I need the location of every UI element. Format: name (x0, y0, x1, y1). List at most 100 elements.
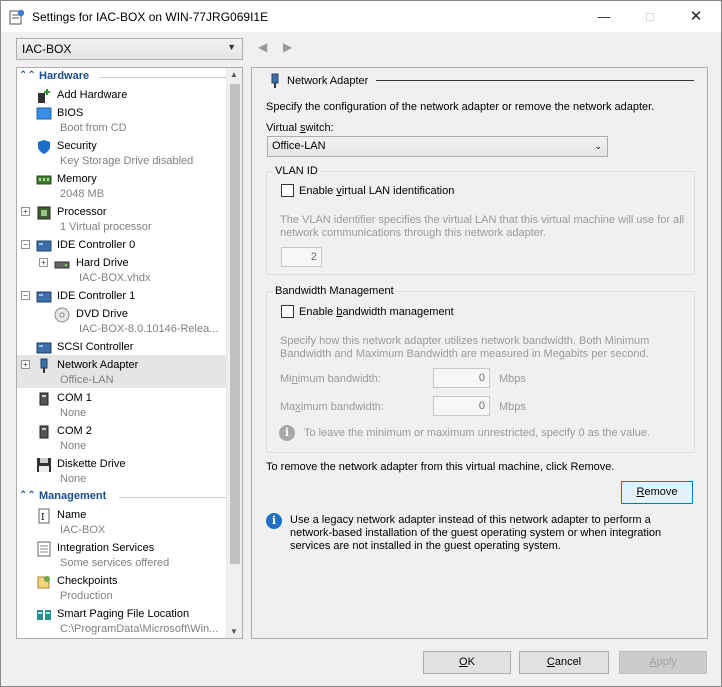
tree-item-detail: None (60, 440, 87, 452)
tree-item-detail: Office-LAN (60, 374, 114, 386)
settings-app-icon (9, 9, 25, 25)
tree-item-detail: Boot from CD (60, 122, 127, 134)
tree-item-dvd-drive[interactable]: DVD Drive IAC-BOX-8.0.10146-Relea... (17, 304, 227, 337)
section-divider (119, 497, 227, 498)
vlan-description-line1: The VLAN identifier specifies the virtua… (280, 214, 685, 226)
controller-icon (36, 291, 52, 303)
virtual-switch-label: Virtual switch: (266, 122, 334, 134)
minimum-bandwidth-input[interactable]: 0 (433, 368, 490, 388)
expand-icon[interactable]: + (39, 258, 48, 267)
tree-item-label: Smart Paging File Location (57, 608, 190, 620)
chevron-down-icon: ▼ (227, 42, 236, 52)
tree-item-label: IDE Controller 0 (57, 239, 136, 251)
tree-item-name[interactable]: I Name IAC-BOX (17, 505, 227, 538)
expand-icon[interactable]: + (21, 207, 30, 216)
smart-paging-icon (37, 610, 51, 620)
tree-item-label: Checkpoints (57, 575, 118, 587)
apply-button[interactable]: Apply (619, 651, 707, 674)
tree-item-smart-paging[interactable]: Smart Paging File Location C:\ProgramDat… (17, 604, 227, 637)
collapse-icon[interactable]: − (21, 240, 30, 249)
settings-window: Settings for IAC-BOX on WIN-77JRG069I1E … (0, 0, 722, 687)
virtual-switch-value: Office-LAN (272, 140, 326, 152)
tree-item-detail: Production (60, 590, 113, 602)
tree-item-com-1[interactable]: COM 1 None (17, 388, 227, 421)
management-section-header[interactable]: ⌃⌃ Management (19, 489, 229, 505)
tree-item-label: COM 2 (57, 425, 92, 437)
tree-item-label: Integration Services (57, 542, 155, 554)
ok-button[interactable]: OK (423, 651, 511, 674)
pane-title: Network Adapter (287, 75, 369, 87)
tree-item-security[interactable]: Security Key Storage Drive disabled (17, 136, 227, 169)
expand-icon[interactable]: + (21, 360, 30, 369)
tree-item-integration-services[interactable]: Integration Services Some services offer… (17, 538, 227, 571)
tree-item-label: BIOS (57, 107, 84, 119)
tree-item-detail: Some services offered (60, 557, 170, 569)
minimize-button[interactable]: — (581, 1, 627, 32)
enable-vlan-checkbox[interactable] (281, 184, 294, 197)
bandwidth-description-line1: Specify how this network adapter utilize… (280, 335, 650, 347)
legacy-adapter-info-line1: Use a legacy network adapter instead of … (290, 514, 651, 526)
tree-item-network-adapter[interactable]: + Network Adapter Office-LAN (17, 355, 227, 388)
collapse-icon[interactable]: − (21, 291, 30, 300)
tree-item-label: Security (57, 140, 97, 152)
tree-item-checkpoints[interactable]: Checkpoints Production (17, 571, 227, 604)
tree-item-detail: IAC-BOX (60, 524, 106, 536)
bandwidth-hint: To leave the minimum or maximum unrestri… (304, 427, 651, 439)
hardware-section-header[interactable]: ⌃⌃ Hardware (19, 69, 229, 85)
scrollbar-thumb[interactable] (230, 84, 240, 564)
collapse-icon: ⌃⌃ (19, 490, 36, 501)
tree-item-com-2[interactable]: COM 2 None (17, 421, 227, 454)
tree-item-bios[interactable]: BIOS Boot from CD (17, 103, 227, 136)
scroll-down-icon[interactable]: ▼ (230, 627, 238, 636)
tree-item-processor[interactable]: + Processor 1 Virtual processor (17, 202, 227, 235)
back-arrow-icon[interactable]: ◀ (258, 40, 267, 54)
tree-item-hard-drive[interactable]: + Hard Drive IAC-BOX.vhdx (17, 253, 227, 286)
memory-icon (36, 175, 52, 185)
vm-selector[interactable]: IAC-BOX ▼ (16, 38, 243, 60)
tree-item-label: COM 1 (57, 392, 92, 404)
hardware-section-label: Hardware (39, 70, 90, 82)
tree-item-detail: 1 Virtual processor (60, 221, 152, 233)
pane-description: Specify the configuration of the network… (266, 101, 655, 113)
tree-item-detail: IAC-BOX-8.0.10146-Relea... (79, 323, 219, 335)
title-bar: Settings for IAC-BOX on WIN-77JRG069I1E … (1, 1, 721, 32)
tree-item-label: Memory (57, 173, 97, 185)
tree-item-detail: IAC-BOX.vhdx (79, 272, 151, 284)
window-title: Settings for IAC-BOX on WIN-77JRG069I1E (32, 10, 269, 24)
chevron-down-icon: ⌄ (594, 141, 602, 151)
tree-item-label: Processor (57, 206, 107, 218)
management-section-label: Management (39, 490, 107, 502)
legacy-adapter-info-line3: services are not installed in the guest … (290, 540, 561, 552)
forward-arrow-icon[interactable]: ▶ (283, 40, 292, 54)
shield-icon (38, 140, 50, 154)
enable-vlan-label: Enable virtual LAN identification (299, 185, 455, 197)
close-button[interactable]: ✕ (673, 1, 719, 32)
remove-button[interactable]: Remove (621, 481, 693, 504)
processor-icon (37, 206, 51, 220)
tree-item-label: Name (57, 509, 87, 521)
virtual-switch-dropdown[interactable]: Office-LAN ⌄ (267, 136, 608, 157)
tree-item-detail: 2048 MB (60, 188, 105, 200)
legacy-adapter-info-line2: network-based installation of the guest … (290, 527, 662, 539)
integration-services-icon (37, 541, 51, 557)
cancel-button[interactable]: Cancel (519, 651, 609, 674)
minimum-bandwidth-unit: Mbps (499, 373, 526, 385)
maximize-button[interactable]: □ (627, 1, 673, 32)
tree-item-diskette-drive[interactable]: Diskette Drive None (17, 454, 227, 487)
vlan-id-input[interactable]: 2 (281, 247, 322, 267)
tree-item-label: Add Hardware (57, 89, 128, 101)
settings-tree: ⌃⌃ Hardware Add Hardware BIOS Boot from … (16, 67, 243, 639)
vlan-group-title: VLAN ID (273, 165, 320, 177)
bios-icon (36, 107, 52, 120)
com-port-icon (39, 425, 49, 439)
tree-item-label: Network Adapter (57, 359, 139, 371)
enable-bandwidth-checkbox[interactable] (281, 305, 294, 318)
tree-item-memory[interactable]: Memory 2048 MB (17, 169, 227, 202)
network-adapter-pane: Network Adapter Specify the configuratio… (251, 67, 708, 639)
info-icon: i (266, 513, 282, 529)
scroll-up-icon[interactable]: ▲ (230, 70, 238, 79)
diskette-icon (37, 458, 51, 472)
tree-item-label: SCSI Controller (57, 341, 134, 353)
tree-scrollbar[interactable]: ▲ ▼ (226, 68, 242, 638)
maximum-bandwidth-input[interactable]: 0 (433, 396, 490, 416)
